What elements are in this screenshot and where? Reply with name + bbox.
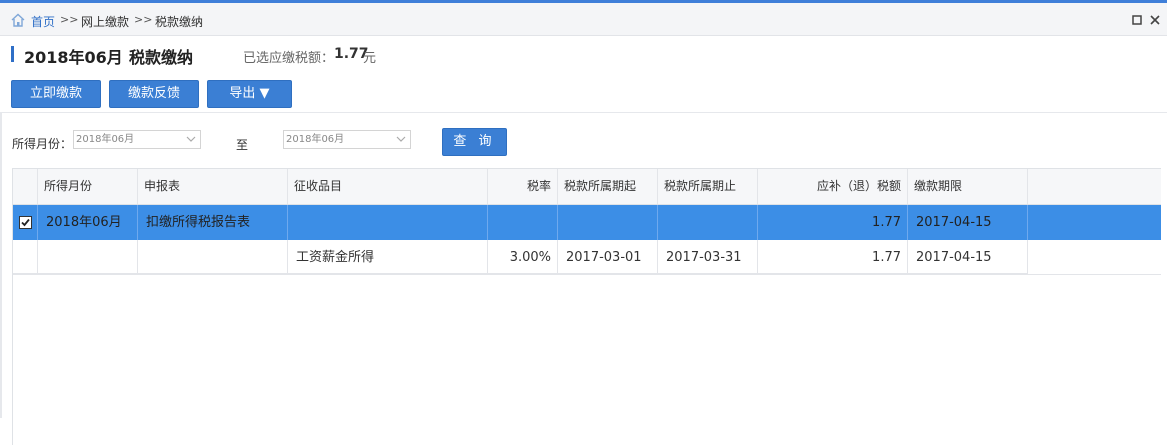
month-to-value: 2018年06月 — [286, 134, 345, 145]
column-header[interactable]: 税率 — [488, 169, 558, 204]
header-checkbox-cell — [13, 169, 38, 204]
page-period: 2018年06月 — [24, 48, 123, 67]
table-header: 所得月份 申报表 征收品目 税率 税款所属期起 税款所属期止 应补（退）税额 缴… — [13, 168, 1161, 205]
breadcrumb-level2: 税款缴纳 — [155, 15, 204, 29]
export-button[interactable]: 导出 ▼ — [207, 80, 292, 108]
column-header[interactable]: 应补（退）税额 — [758, 169, 908, 204]
maximize-icon[interactable] — [1132, 15, 1142, 25]
cell-month: 2018年06月 — [38, 205, 138, 240]
title-marker — [11, 46, 14, 62]
close-icon[interactable] — [1150, 15, 1160, 25]
cell-end: 2017-03-31 — [658, 240, 758, 274]
cell-form — [138, 240, 288, 274]
month-from-value: 2018年06月 — [76, 134, 135, 145]
cell-deadline: 2017-04-15 — [908, 240, 1028, 274]
pay-now-button[interactable]: 立即缴款 — [11, 80, 101, 108]
payment-feedback-button[interactable]: 缴款反馈 — [109, 80, 199, 108]
cell-amount: 1.77 — [758, 205, 908, 240]
column-header[interactable]: 税款所属期起 — [558, 169, 658, 204]
home-icon[interactable] — [10, 12, 26, 28]
cell-form: 扣缴所得税报告表 — [138, 205, 288, 240]
cell-rate: 3.00% — [488, 240, 558, 274]
breadcrumb-bar: 首页 >> 网上缴款 >> 税款缴纳 — [0, 3, 1167, 36]
cell-amount: 1.77 — [758, 240, 908, 274]
to-label: 至 — [236, 138, 249, 152]
month-filter-label: 所得月份： — [12, 137, 73, 151]
selected-amount-label: 已选应缴税额： — [243, 51, 335, 66]
row-checkbox-cell — [13, 240, 38, 274]
breadcrumb-separator: >> — [60, 13, 79, 26]
cell-rate — [488, 205, 558, 240]
month-from-select[interactable]: 2018年06月 — [73, 130, 201, 149]
breadcrumb-separator: >> — [134, 13, 153, 26]
left-edge — [0, 113, 2, 418]
cell-item — [288, 205, 488, 240]
tax-payment-table: 所得月份 申报表 征收品目 税率 税款所属期起 税款所属期止 应补（退）税额 缴… — [12, 168, 1161, 445]
cell-deadline: 2017-04-15 — [908, 205, 1028, 240]
chevron-down-icon — [396, 136, 406, 142]
table-row[interactable]: 工资薪金所得 3.00% 2017-03-01 2017-03-31 1.77 … — [13, 240, 1161, 275]
chevron-down-icon — [186, 136, 196, 142]
month-to-select[interactable]: 2018年06月 — [283, 130, 411, 149]
cell-start: 2017-03-01 — [558, 240, 658, 274]
toolbar-divider — [0, 112, 1167, 113]
column-header[interactable]: 申报表 — [138, 169, 288, 204]
cell-month — [38, 240, 138, 274]
cell-start — [558, 205, 658, 240]
column-header[interactable]: 缴款期限 — [908, 169, 1028, 204]
column-header[interactable]: 征收品目 — [288, 169, 488, 204]
breadcrumb-level1[interactable]: 网上缴款 — [81, 13, 129, 30]
table-row[interactable]: 2018年06月 扣缴所得税报告表 1.77 2017-04-15 — [13, 205, 1161, 240]
column-header[interactable]: 所得月份 — [38, 169, 138, 204]
query-button[interactable]: 查 询 — [442, 128, 507, 156]
row-checkbox-cell — [13, 205, 38, 240]
checkbox-checked-icon[interactable] — [19, 216, 32, 229]
cell-end — [658, 205, 758, 240]
selected-amount-unit: 元 — [363, 51, 377, 66]
breadcrumb-home-link[interactable]: 首页 — [31, 13, 55, 30]
column-header[interactable]: 税款所属期止 — [658, 169, 758, 204]
page-title: 税款缴纳 — [129, 48, 194, 67]
cell-item: 工资薪金所得 — [288, 240, 488, 274]
